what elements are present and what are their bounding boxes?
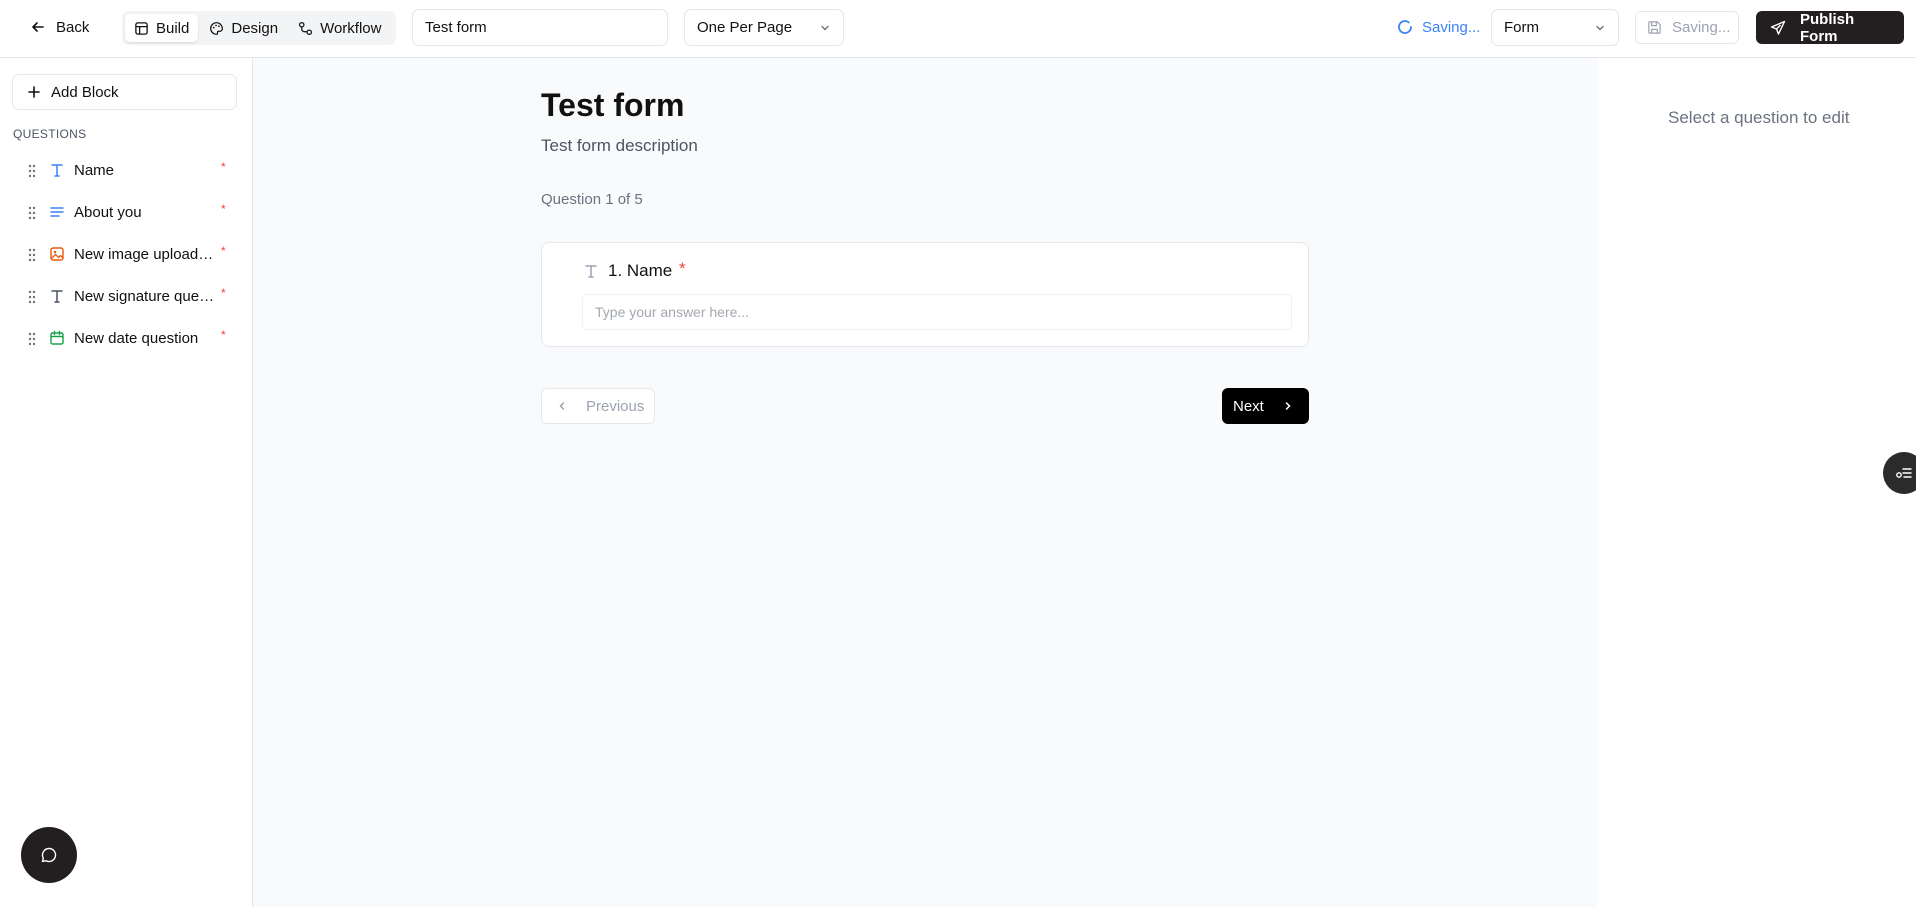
required-mark: * [221,160,226,174]
form-title-input[interactable] [412,9,668,46]
image-icon [49,246,65,262]
form-preview-canvas: Test form Test form description Question… [253,58,1598,907]
question-item-label: New signature ques... [74,288,216,305]
publish-form-button[interactable]: Publish Form [1756,10,1904,45]
workflow-icon [298,21,313,36]
tab-workflow-label: Workflow [320,19,382,37]
paragraph-icon [49,204,65,220]
required-mark: * [221,286,226,300]
text-type-icon [49,162,65,178]
view-select-value: Form [1504,19,1539,36]
back-button[interactable]: Back [22,12,97,42]
question-item-label: Name [74,162,115,179]
answer-input[interactable] [582,294,1292,330]
previous-label: Previous [586,397,645,415]
add-block-label: Add Block [51,83,119,101]
chevron-down-icon [819,22,831,34]
question-title: 1. Name [608,261,673,280]
question-progress: Question 1 of 5 [541,191,643,208]
saving-status: Saving... [1397,14,1480,40]
question-item-signature[interactable]: New signature ques... * [0,276,253,318]
question-list: Name * About you * New image upload q...… [0,150,253,360]
save-button[interactable]: Saving... [1635,11,1739,44]
layout-icon [134,21,149,36]
questions-heading: QUESTIONS [13,127,87,141]
question-item-about-you[interactable]: About you * [0,192,253,234]
drag-handle-icon[interactable] [28,248,36,262]
text-type-icon [49,288,65,304]
question-item-date[interactable]: New date question * [0,318,253,360]
properties-panel: Select a question to edit [1598,58,1916,907]
chevron-left-icon [556,400,568,412]
question-item-label: New image upload q... [74,246,216,263]
question-item-name[interactable]: Name * [0,150,253,192]
required-mark: * [221,328,226,342]
mode-tabs: Build Design Workflow [122,11,396,45]
plus-icon [27,85,41,99]
floppy-disk-icon [1647,20,1662,35]
tab-design-label: Design [231,19,279,37]
drag-handle-icon[interactable] [28,164,36,178]
question-item-label: New date question [74,330,199,347]
arrow-left-icon [30,19,46,35]
save-button-label: Saving... [1672,19,1731,36]
drag-handle-icon[interactable] [28,290,36,304]
palette-icon [209,21,224,36]
tab-build[interactable]: Build [125,14,199,42]
list-settings-icon [1895,464,1913,482]
question-item-image-upload[interactable]: New image upload q... * [0,234,253,276]
drag-handle-icon[interactable] [28,206,36,220]
form-description: Test form description [541,136,698,155]
chevron-down-icon [1594,22,1606,34]
next-button[interactable]: Next [1222,388,1309,424]
tab-design[interactable]: Design [200,14,287,42]
tab-build-label: Build [156,19,190,37]
next-label: Next [1233,397,1264,415]
required-mark: * [679,259,686,278]
back-label: Back [56,18,90,36]
question-card[interactable]: 1. Name * [541,242,1309,347]
layout-select[interactable]: One Per Page [684,9,844,46]
add-block-button[interactable]: Add Block [12,74,237,110]
chat-button[interactable] [21,827,77,883]
previous-button[interactable]: Previous [541,388,655,424]
tab-workflow[interactable]: Workflow [289,14,390,42]
chat-bubble-icon [40,846,58,864]
view-select[interactable]: Form [1491,9,1619,46]
question-sidebar: Add Block QUESTIONS Name * About you * N… [0,58,253,907]
spinner-icon [1397,19,1413,35]
publish-form-label: Publish Form [1800,10,1855,45]
text-type-icon [583,263,599,279]
saving-status-label: Saving... [1422,18,1481,36]
form-title: Test form [541,87,685,123]
send-icon [1770,20,1786,36]
required-mark: * [221,244,226,258]
question-item-label: About you [74,204,142,221]
required-mark: * [221,202,226,216]
top-bar: Back Build Design Workflow One Per Page [0,0,1916,58]
chevron-right-icon [1282,400,1294,412]
layout-select-value: One Per Page [697,19,793,36]
calendar-icon [49,330,65,346]
empty-state-hint: Select a question to edit [1668,108,1850,127]
drag-handle-icon[interactable] [28,332,36,346]
